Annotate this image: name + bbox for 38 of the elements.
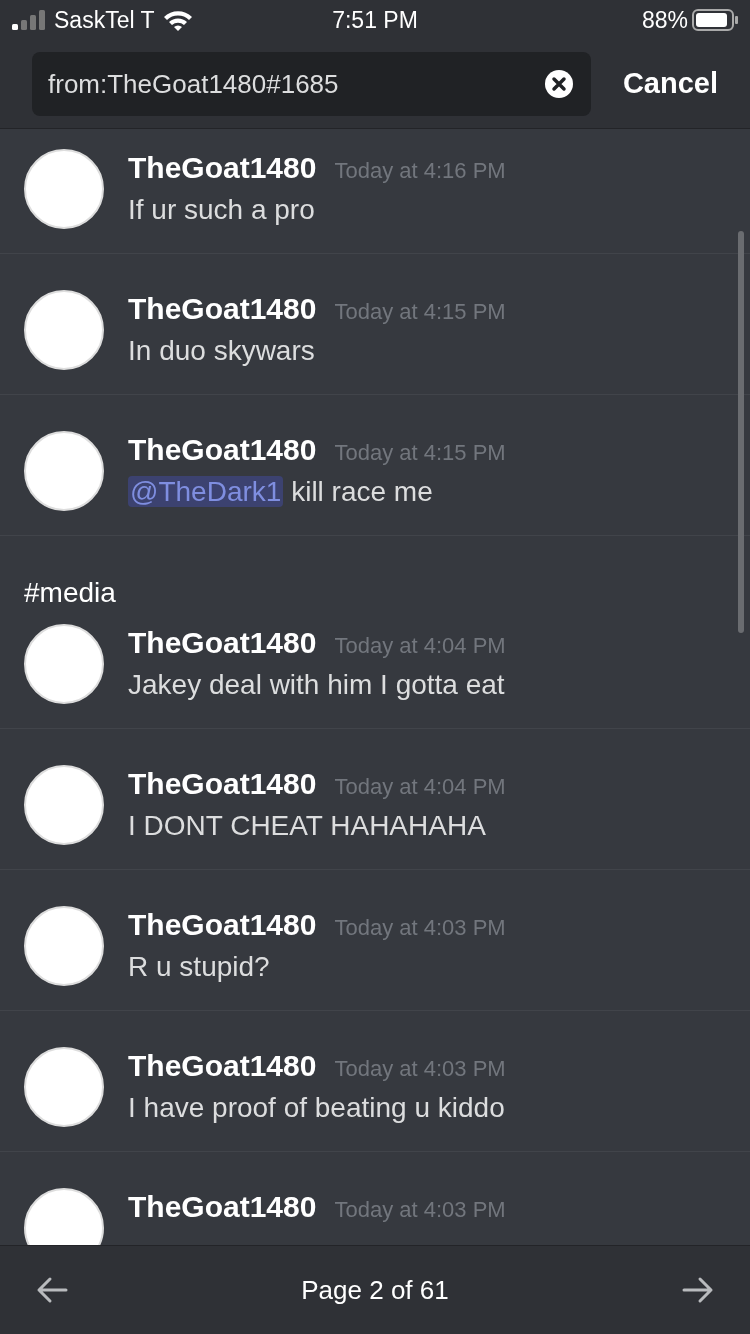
- clear-icon[interactable]: [544, 70, 573, 98]
- timestamp: Today at 4:04 PM: [334, 632, 506, 660]
- cancel-button[interactable]: Cancel: [622, 62, 718, 106]
- username[interactable]: TheGoat1480: [128, 1188, 317, 1226]
- username[interactable]: TheGoat1480: [128, 906, 317, 944]
- timestamp: Today at 4:03 PM: [334, 1055, 506, 1083]
- timestamp: Today at 4:16 PM: [334, 157, 506, 185]
- username[interactable]: TheGoat1480: [128, 624, 317, 662]
- left-arrow-icon[interactable]: [36, 1276, 68, 1304]
- right-arrow-icon[interactable]: [682, 1276, 714, 1304]
- channel-name[interactable]: #media: [24, 577, 116, 608]
- message-text: If ur such a pro: [128, 194, 315, 225]
- message-text: Jakey deal with him I gotta eat: [128, 669, 505, 700]
- timestamp: Today at 4:03 PM: [334, 914, 506, 942]
- message-text: kill race me: [290, 476, 433, 507]
- timestamp: Today at 4:03 PM: [334, 1196, 506, 1224]
- search-query: from:TheGoat1480#1685: [48, 67, 339, 101]
- username[interactable]: TheGoat1480: [128, 1047, 317, 1085]
- username[interactable]: TheGoat1480: [128, 765, 317, 803]
- username[interactable]: TheGoat1480: [128, 431, 317, 469]
- page-indicator: Page 2 of 61: [301, 1273, 449, 1307]
- username[interactable]: TheGoat1480: [128, 290, 317, 328]
- search-field[interactable]: from:TheGoat1480#1685: [32, 52, 591, 116]
- battery-percent: 88%: [641, 5, 688, 35]
- timestamp: Today at 4:15 PM: [334, 298, 506, 326]
- message-text: R u stupid?: [128, 951, 270, 982]
- scrollbar[interactable]: [738, 231, 744, 633]
- battery-icon: [692, 9, 738, 31]
- message-text: I DONT CHEAT HAHAHAHA: [128, 810, 486, 841]
- username[interactable]: TheGoat1480: [128, 149, 317, 187]
- signal-icon: [12, 10, 46, 30]
- message-text: I have proof of beating u kiddo: [128, 1092, 505, 1123]
- carrier-name: SaskTel T: [54, 5, 155, 35]
- timestamp: Today at 4:04 PM: [334, 773, 506, 801]
- timestamp: Today at 4:15 PM: [334, 439, 506, 467]
- clock: 7:51 PM: [332, 5, 418, 35]
- message-text: In duo skywars: [128, 335, 315, 366]
- wifi-icon: [162, 9, 193, 31]
